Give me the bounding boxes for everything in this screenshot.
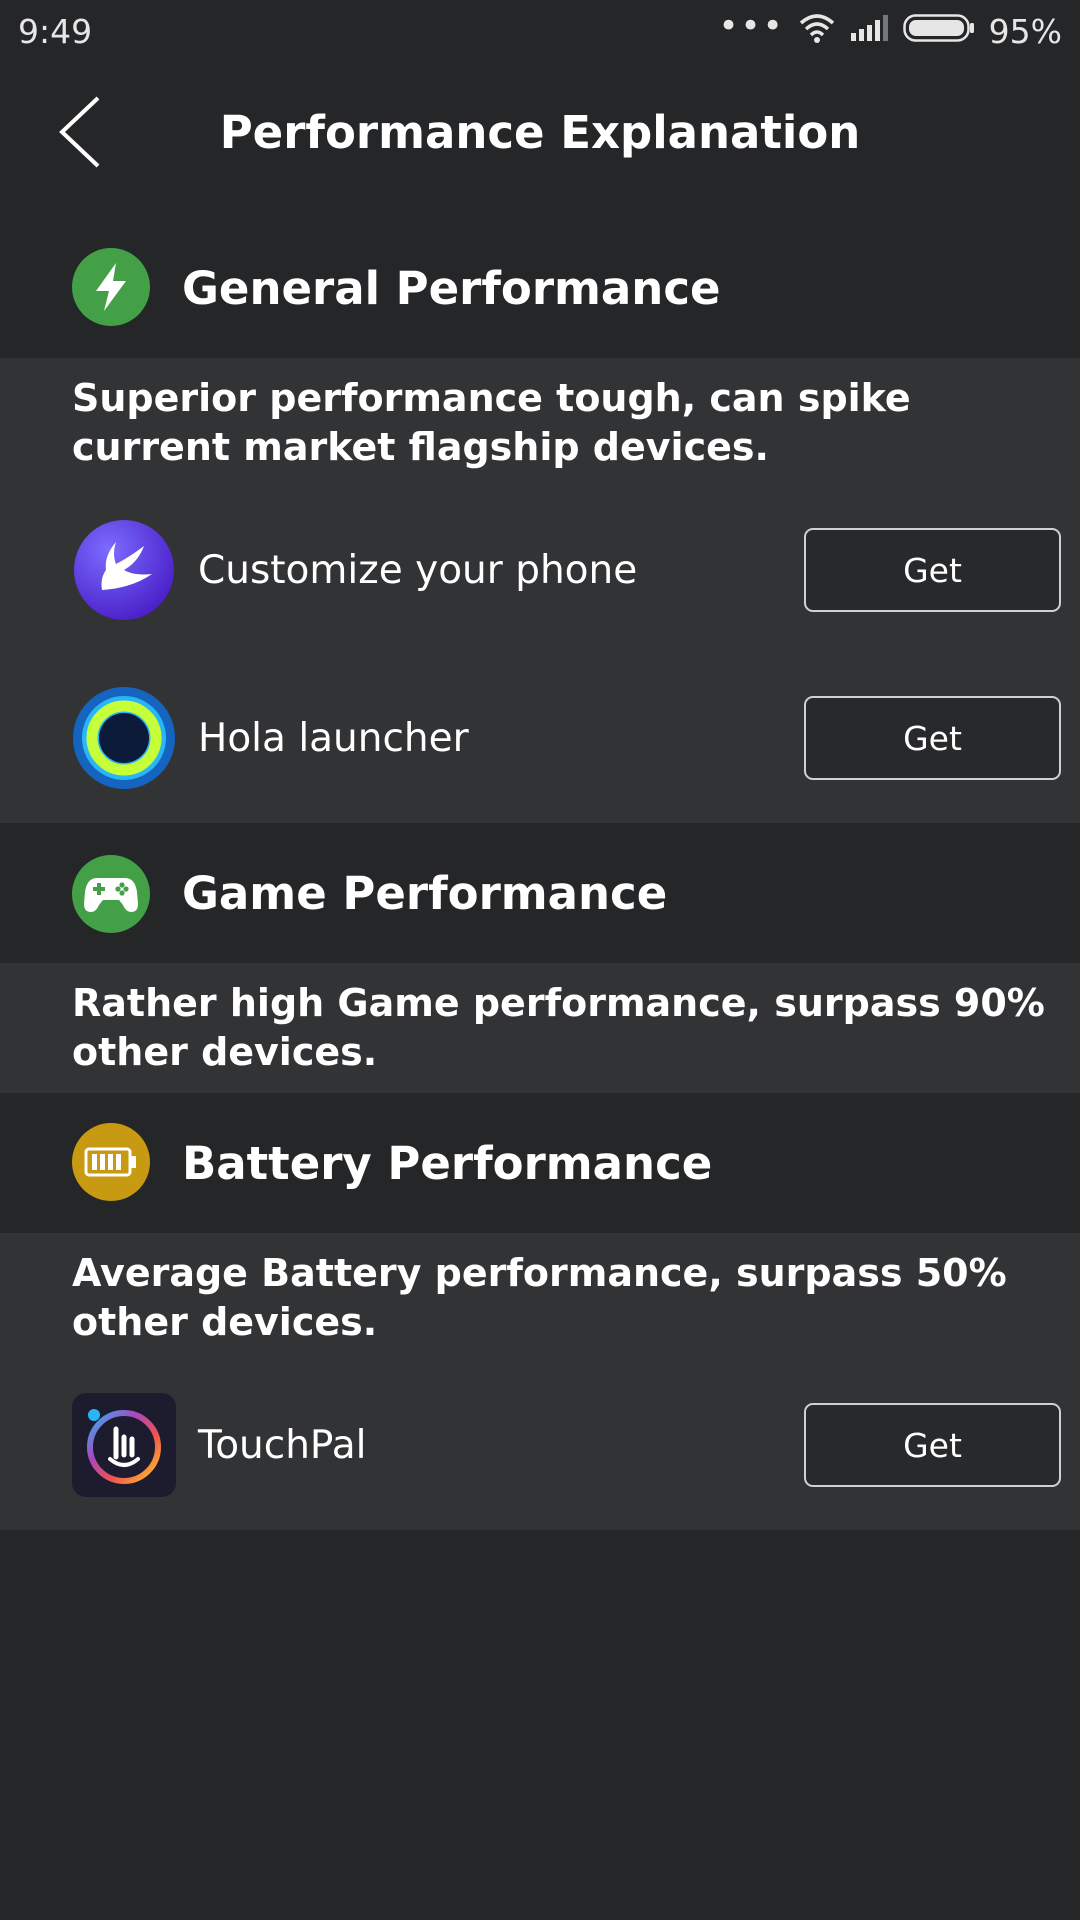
page-title: Performance Explanation — [219, 105, 861, 159]
general-performance-header: General Performance — [0, 222, 1080, 358]
battery-performance-header: Battery Performance — [0, 1093, 1080, 1233]
game-performance-header: Game Performance — [0, 823, 1080, 963]
section-title: Battery Performance — [182, 1137, 713, 1190]
chevron-left-icon — [59, 96, 100, 168]
app-row-hola-launcher: Hola launcher Get — [0, 686, 1080, 796]
get-button[interactable]: Get — [804, 528, 1061, 612]
lightning-icon — [72, 248, 150, 326]
app-row-touchpal: TouchPal Get — [0, 1393, 1080, 1503]
wifi-icon — [799, 12, 835, 51]
get-button[interactable]: Get — [804, 1403, 1061, 1487]
app-name: TouchPal — [198, 1423, 367, 1468]
get-button[interactable]: Get — [804, 696, 1061, 780]
signal-icon — [849, 12, 889, 51]
status-icons: ••• 95% — [718, 6, 1062, 51]
app-name: Customize your phone — [198, 548, 638, 593]
game-performance-body: Rather high Game performance, surpass 90… — [0, 963, 1080, 1093]
app-bar: Performance Explanation — [0, 62, 1080, 202]
general-performance-body: Superior performance tough, can spike cu… — [0, 358, 1080, 823]
section-description: Rather high Game performance, surpass 90… — [72, 981, 1045, 1074]
touchpal-icon — [72, 1393, 176, 1497]
section-title: Game Performance — [182, 867, 668, 920]
section-title: General Performance — [182, 262, 721, 315]
gamepad-icon — [72, 855, 150, 933]
app-name: Hola launcher — [198, 716, 469, 761]
section-description: Average Battery performance, surpass 50%… — [72, 1251, 1007, 1344]
apus-launcher-icon — [72, 518, 176, 622]
back-button[interactable] — [48, 94, 118, 170]
status-time: 9:49 — [18, 11, 93, 51]
battery-performance-body: Average Battery performance, surpass 50%… — [0, 1233, 1080, 1530]
battery-status-icon — [902, 12, 975, 51]
status-bar: 9:49 ••• 95% — [0, 0, 1080, 62]
hola-launcher-icon — [72, 686, 176, 790]
section-description: Superior performance tough, can spike cu… — [72, 376, 911, 469]
app-row-customize-your-phone: Customize your phone Get — [0, 518, 1080, 628]
battery-icon — [72, 1123, 150, 1201]
more-dots: ••• — [718, 6, 785, 46]
battery-percent: 95% — [988, 11, 1062, 51]
